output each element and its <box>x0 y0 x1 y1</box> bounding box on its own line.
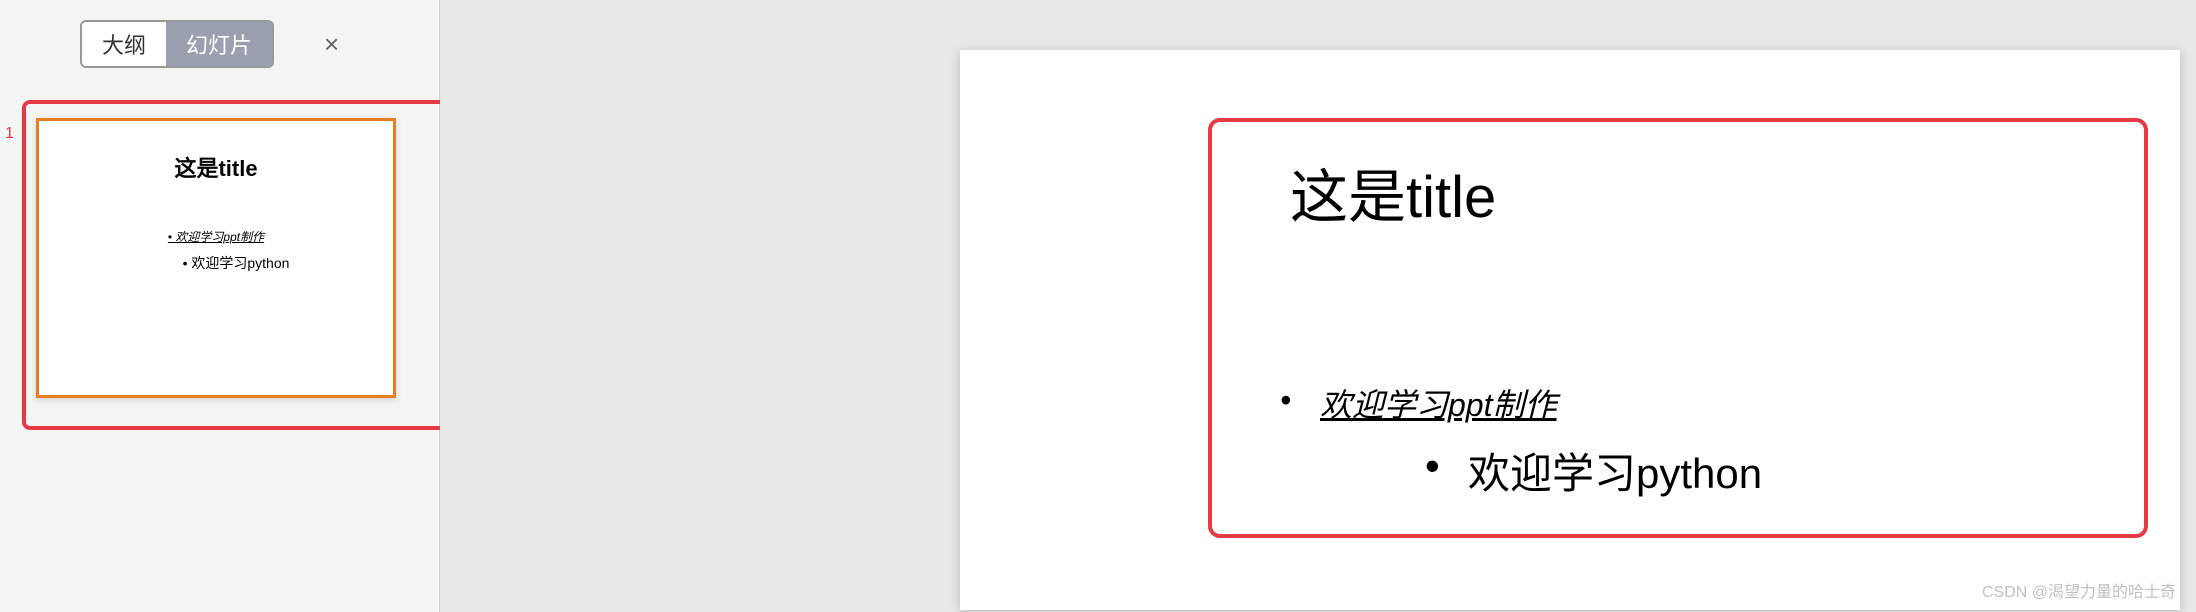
tab-group: 大纲 幻灯片 <box>80 20 274 68</box>
slide-thumbnail[interactable]: 这是title 欢迎学习ppt制作 欢迎学习python <box>36 118 396 398</box>
bullet2-dot: • <box>1425 442 1440 490</box>
tab-slides[interactable]: 幻灯片 <box>166 22 272 66</box>
bullet1-dot: • <box>1280 382 1291 419</box>
tab-outline[interactable]: 大纲 <box>82 22 166 66</box>
slide-bullet1[interactable]: 欢迎学习ppt制作 <box>1320 380 1557 426</box>
thumb-bullet1: 欢迎学习ppt制作 <box>39 228 393 245</box>
thumb-bullet2: 欢迎学习python <box>39 253 393 273</box>
slide-sidebar: 大纲 幻灯片 × 1 这是title 欢迎学习ppt制作 欢迎学习python <box>0 0 440 612</box>
watermark: CSDN @渴望力量的哈士奇 <box>1982 578 2176 602</box>
slide-bullet2[interactable]: 欢迎学习python <box>1468 440 1762 501</box>
tab-container: 大纲 幻灯片 × <box>0 0 439 68</box>
close-icon[interactable]: × <box>324 29 339 60</box>
slide-canvas[interactable]: 这是title • 欢迎学习ppt制作 • 欢迎学习python <box>960 50 2180 610</box>
slide-number: 1 <box>5 125 14 143</box>
slide-title[interactable]: 这是title <box>1290 150 1496 234</box>
main-area: 这是title • 欢迎学习ppt制作 • 欢迎学习python <box>440 0 2196 612</box>
thumb-title: 这是title <box>39 151 393 183</box>
